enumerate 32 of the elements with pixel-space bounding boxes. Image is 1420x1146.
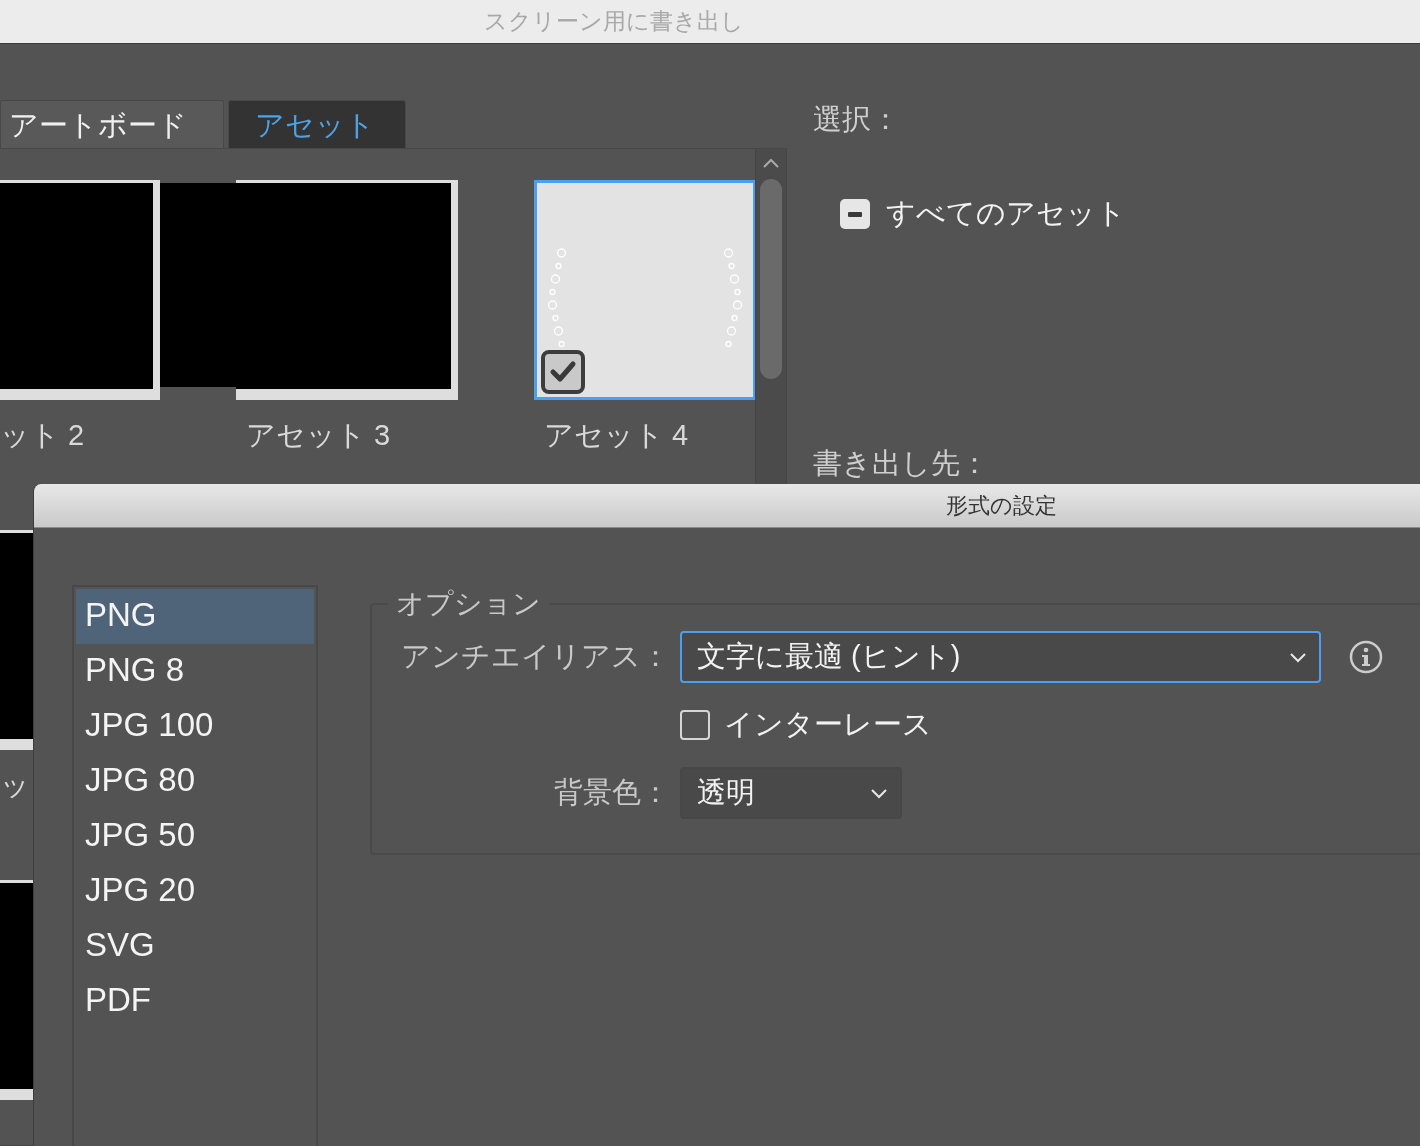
asset-label: ット 2 (0, 418, 85, 453)
dropdown[interactable]: 透明 (680, 767, 902, 819)
format-item[interactable]: JPG 20 (76, 864, 314, 919)
tab[interactable]: アセット (228, 100, 406, 148)
field-label: 背景色： (553, 775, 670, 810)
scroll-thumb[interactable] (760, 179, 782, 379)
checkbox-label: インターレース (724, 707, 932, 742)
asset-thumbnail[interactable] (534, 180, 756, 400)
checkbox[interactable] (541, 350, 585, 394)
dropdown[interactable]: 文字に最適 (ヒント) (680, 631, 1321, 683)
format-item[interactable]: JPG 80 (76, 754, 314, 809)
window-title: スクリーン用に書き出し (484, 7, 744, 36)
chevron-down-icon (870, 786, 888, 800)
asset-label: ッ (0, 768, 30, 803)
format-item[interactable]: JPG 100 (76, 699, 314, 754)
chevron-down-icon (1289, 650, 1307, 664)
asset-label: アセット 4 (543, 418, 689, 453)
export-heading: 書き出し先： (813, 446, 990, 481)
format-item[interactable]: JPG 50 (76, 809, 314, 864)
selection-heading: 選択： (813, 102, 901, 137)
group-title: オプション (395, 587, 542, 621)
format-item[interactable]: PNG 8 (76, 644, 314, 699)
asset-label: アセット 3 (245, 418, 391, 453)
dialog-title: 形式の設定 (946, 491, 1057, 520)
format-item[interactable]: PNG (76, 589, 314, 644)
format-item[interactable]: PDF (76, 974, 314, 1029)
field-label: アンチエイリアス： (400, 639, 670, 674)
format-item[interactable]: SVG (76, 919, 314, 974)
checkbox[interactable] (840, 199, 870, 229)
tab[interactable]: アートボード (0, 100, 224, 148)
checkbox-label: すべてのアセット (886, 196, 1126, 231)
info-icon (1349, 640, 1383, 674)
